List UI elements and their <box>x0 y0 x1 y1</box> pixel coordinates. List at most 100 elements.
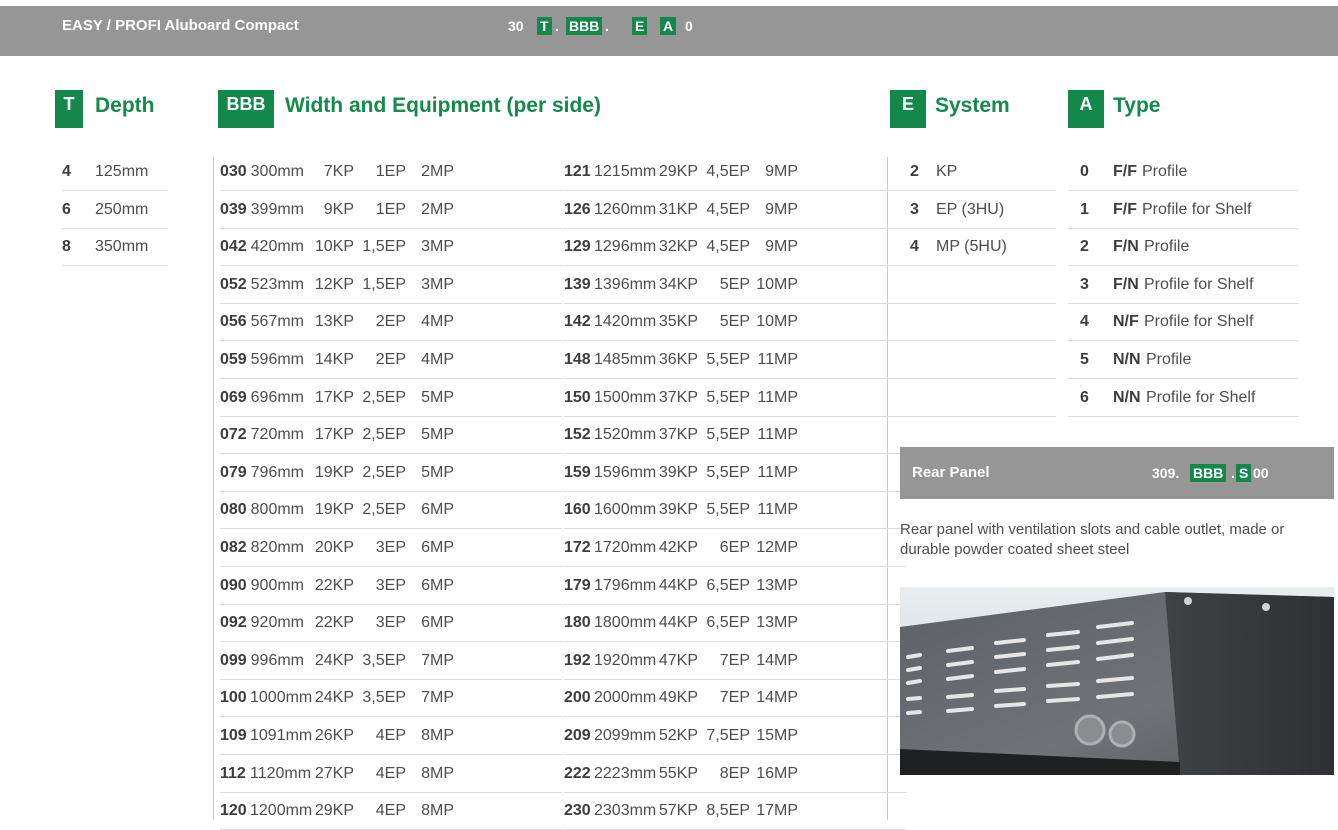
width-ep: 6,5EP <box>706 614 750 632</box>
width-mm: 420mm <box>250 238 304 256</box>
width-ep: 8EP <box>719 764 750 782</box>
width-mp: 6MP <box>421 614 454 632</box>
width-mp: 10MP <box>756 275 798 293</box>
width-kp: 17KP <box>314 426 354 444</box>
width-mp: 12MP <box>756 539 798 556</box>
width-kp: 9KP <box>323 200 354 218</box>
width-mm: 1091mm <box>250 727 313 744</box>
width-mp: 8MP <box>421 802 454 820</box>
width-row: 148 1485mm 36KP 5,5EP 11MP <box>564 341 906 379</box>
width-badge: BBB <box>218 90 274 128</box>
width-code: 092 <box>220 614 247 632</box>
width-row: 079 796mm 19KP 2,5EP 5MP <box>220 454 562 492</box>
width-mm: 1600mm <box>594 501 657 519</box>
width-row: 082 820mm 20KP 3EP 6MP <box>220 529 562 567</box>
width-row: 172 1720mm 42KP 6EP 12MP <box>564 529 906 567</box>
width-code: 109 <box>220 727 247 744</box>
width-code: 148 <box>564 351 591 368</box>
width-mm: 996mm <box>250 651 304 669</box>
type-row: 2 F/N Profile <box>1068 228 1298 267</box>
width-kp: 27KP <box>314 764 354 782</box>
width-row: 112 1120mm 27KP 4EP 8MP <box>220 755 562 793</box>
width-kp: 7KP <box>323 163 354 180</box>
width-mm: 1596mm <box>594 463 657 481</box>
width-ep: 6,5EP <box>706 576 750 594</box>
width-ep: 7EP <box>719 651 750 669</box>
width-code: 072 <box>220 426 247 444</box>
code-sep2: . <box>605 18 609 34</box>
width-row: 042 420mm 10KP 1,5EP 3MP <box>220 228 562 267</box>
width-kp: 24KP <box>314 651 354 669</box>
type-code: 0 <box>1080 163 1089 180</box>
width-kp: 19KP <box>314 463 354 481</box>
width-row: 059 596mm 14KP 2EP 4MP <box>220 341 562 379</box>
width-mm: 920mm <box>250 614 304 632</box>
width-kp: 22KP <box>314 614 354 632</box>
width-row: 090 900mm 22KP 3EP 6MP <box>220 567 562 605</box>
width-row: 120 1200mm 29KP 4EP 8MP <box>220 792 562 830</box>
depth-title: Depth <box>95 94 155 117</box>
type-orientation: N/N <box>1113 351 1141 368</box>
code-bbb: BBB <box>566 17 603 35</box>
width-row: 159 1596mm 39KP 5,5EP 11MP <box>564 454 906 492</box>
width-ep: 7EP <box>719 689 750 707</box>
width-code: 056 <box>220 313 247 331</box>
width-mp: 13MP <box>756 614 798 632</box>
width-title: Width and Equipment (per side) <box>285 94 601 117</box>
width-kp: 24KP <box>314 689 354 707</box>
width-kp: 12KP <box>314 275 354 293</box>
type-title: Type <box>1113 94 1161 117</box>
width-kp: 55KP <box>658 764 698 782</box>
width-ep: 2,5EP <box>362 388 406 406</box>
width-code: 179 <box>564 576 591 594</box>
width-ep: 5,5EP <box>706 463 750 481</box>
width-code: 059 <box>220 351 247 368</box>
width-code: 200 <box>564 689 591 707</box>
width-mp: 8MP <box>421 727 454 744</box>
width-mm: 1485mm <box>594 351 657 368</box>
width-code: 129 <box>564 238 591 256</box>
width-kp: 39KP <box>658 501 698 519</box>
width-mm: 720mm <box>250 426 304 444</box>
width-ep: 4EP <box>375 764 406 782</box>
width-mm: 1260mm <box>594 200 657 218</box>
type-orientation: N/F <box>1113 313 1139 331</box>
width-code: 126 <box>564 200 591 218</box>
width-mp: 3MP <box>421 275 454 293</box>
width-row: 056 567mm 13KP 2EP 4MP <box>220 303 562 342</box>
rear-code-bbb: BBB <box>1190 464 1227 482</box>
width-code: 099 <box>220 651 247 669</box>
width-mp: 11MP <box>757 388 798 406</box>
width-ep: 3,5EP <box>362 651 406 669</box>
width-kp: 13KP <box>314 313 354 331</box>
width-row: 069 696mm 17KP 2,5EP 5MP <box>220 379 562 417</box>
rear-panel-description: Rear panel with ventilation slots and ca… <box>900 521 1285 558</box>
width-mm: 523mm <box>250 275 304 293</box>
width-ep: 4,5EP <box>706 163 750 180</box>
width-ep: 2,5EP <box>362 501 406 519</box>
width-code: 082 <box>220 539 247 556</box>
width-mm: 1720mm <box>594 539 657 556</box>
width-mm: 1396mm <box>594 275 657 293</box>
width-code: 080 <box>220 501 247 519</box>
system-code: 4 <box>910 238 919 256</box>
width-code: 142 <box>564 313 591 331</box>
type-badge: A <box>1068 90 1104 128</box>
width-ep: 5,5EP <box>706 426 750 444</box>
width-row: 039 399mm 9KP 1EP 2MP <box>220 191 562 229</box>
width-mp: 9MP <box>765 238 798 256</box>
width-row: 129 1296mm 32KP 4,5EP 9MP <box>564 228 906 267</box>
width-code: 079 <box>220 463 247 481</box>
code-a: A <box>660 17 677 35</box>
width-kp: 35KP <box>658 313 698 331</box>
system-title: System <box>935 94 1010 117</box>
type-row: 5 N/N Profile <box>1068 341 1298 379</box>
depth-row: 4 125mm <box>62 153 168 191</box>
width-mm: 596mm <box>250 351 304 368</box>
width-mp: 9MP <box>765 163 798 180</box>
width-ep: 3,5EP <box>362 689 406 707</box>
depth-row: 6 250mm <box>62 191 168 229</box>
width-mm: 2099mm <box>594 727 657 744</box>
product-title: EASY / PROFI Aluboard Compact <box>62 17 299 34</box>
width-mp: 6MP <box>421 501 454 519</box>
